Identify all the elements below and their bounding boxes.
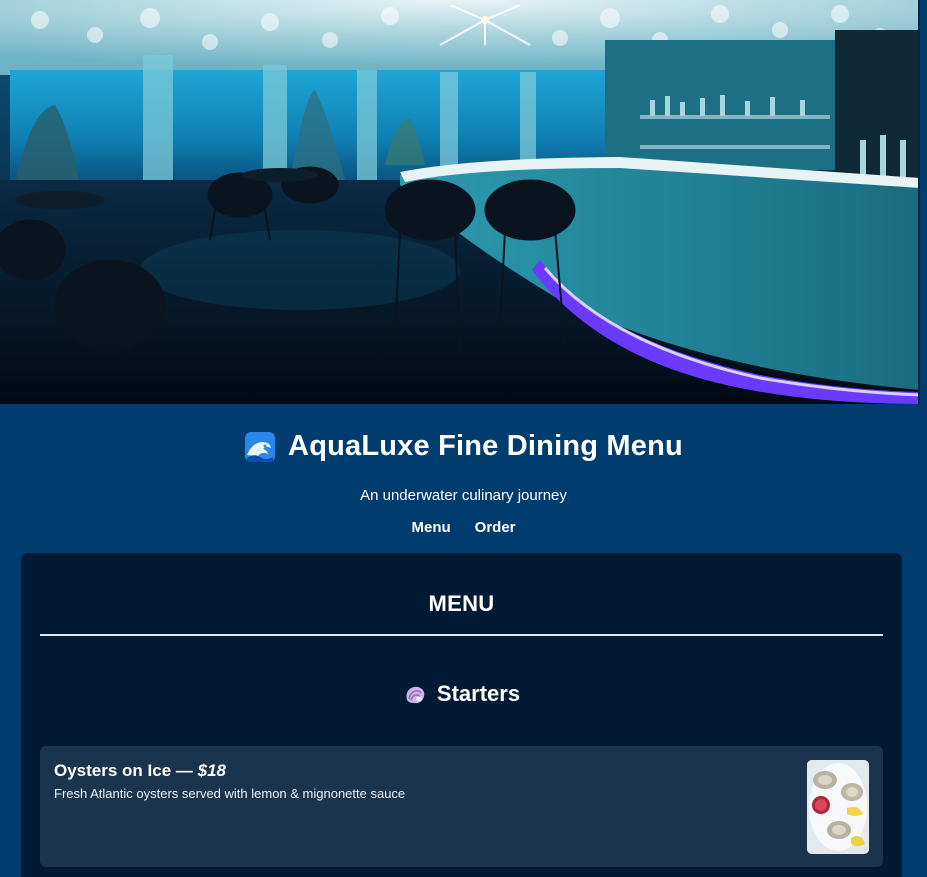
menu-heading: MENU <box>428 591 495 616</box>
item-name: Oysters on Ice <box>54 761 172 780</box>
oysters-photo <box>807 760 869 854</box>
item-name-line: Oysters on Ice — $18 <box>54 761 226 781</box>
menu-panel: MENU Starters Oysters on Ice — $18 Fresh… <box>21 553 902 877</box>
item-description: Fresh Atlantic oysters served with lemon… <box>54 786 406 801</box>
title-row: AquaLuxe Fine Dining Menu <box>0 430 927 463</box>
divider <box>40 634 883 636</box>
wave-icon <box>244 431 276 463</box>
page-title: AquaLuxe Fine Dining Menu <box>288 430 683 462</box>
section-title: Starters <box>436 681 521 706</box>
tagline: An underwater culinary journey <box>360 487 567 504</box>
site-header: AquaLuxe Fine Dining Menu An underwater … <box>0 404 927 544</box>
main-nav: Menu Order <box>0 519 927 536</box>
section-header-starters: Starters <box>21 681 902 707</box>
menu-item[interactable]: Oysters on Ice — $18 Fresh Atlantic oyst… <box>40 746 883 867</box>
item-separator: — <box>171 761 198 780</box>
page: AquaLuxe Fine Dining Menu An underwater … <box>0 0 927 877</box>
item-price: $18 <box>197 761 226 780</box>
hero-image <box>0 0 920 404</box>
shell-icon <box>403 682 427 706</box>
underwater-restaurant-photo <box>0 0 920 404</box>
nav-link-order[interactable]: Order <box>475 519 516 536</box>
nav-link-menu[interactable]: Menu <box>411 519 450 536</box>
